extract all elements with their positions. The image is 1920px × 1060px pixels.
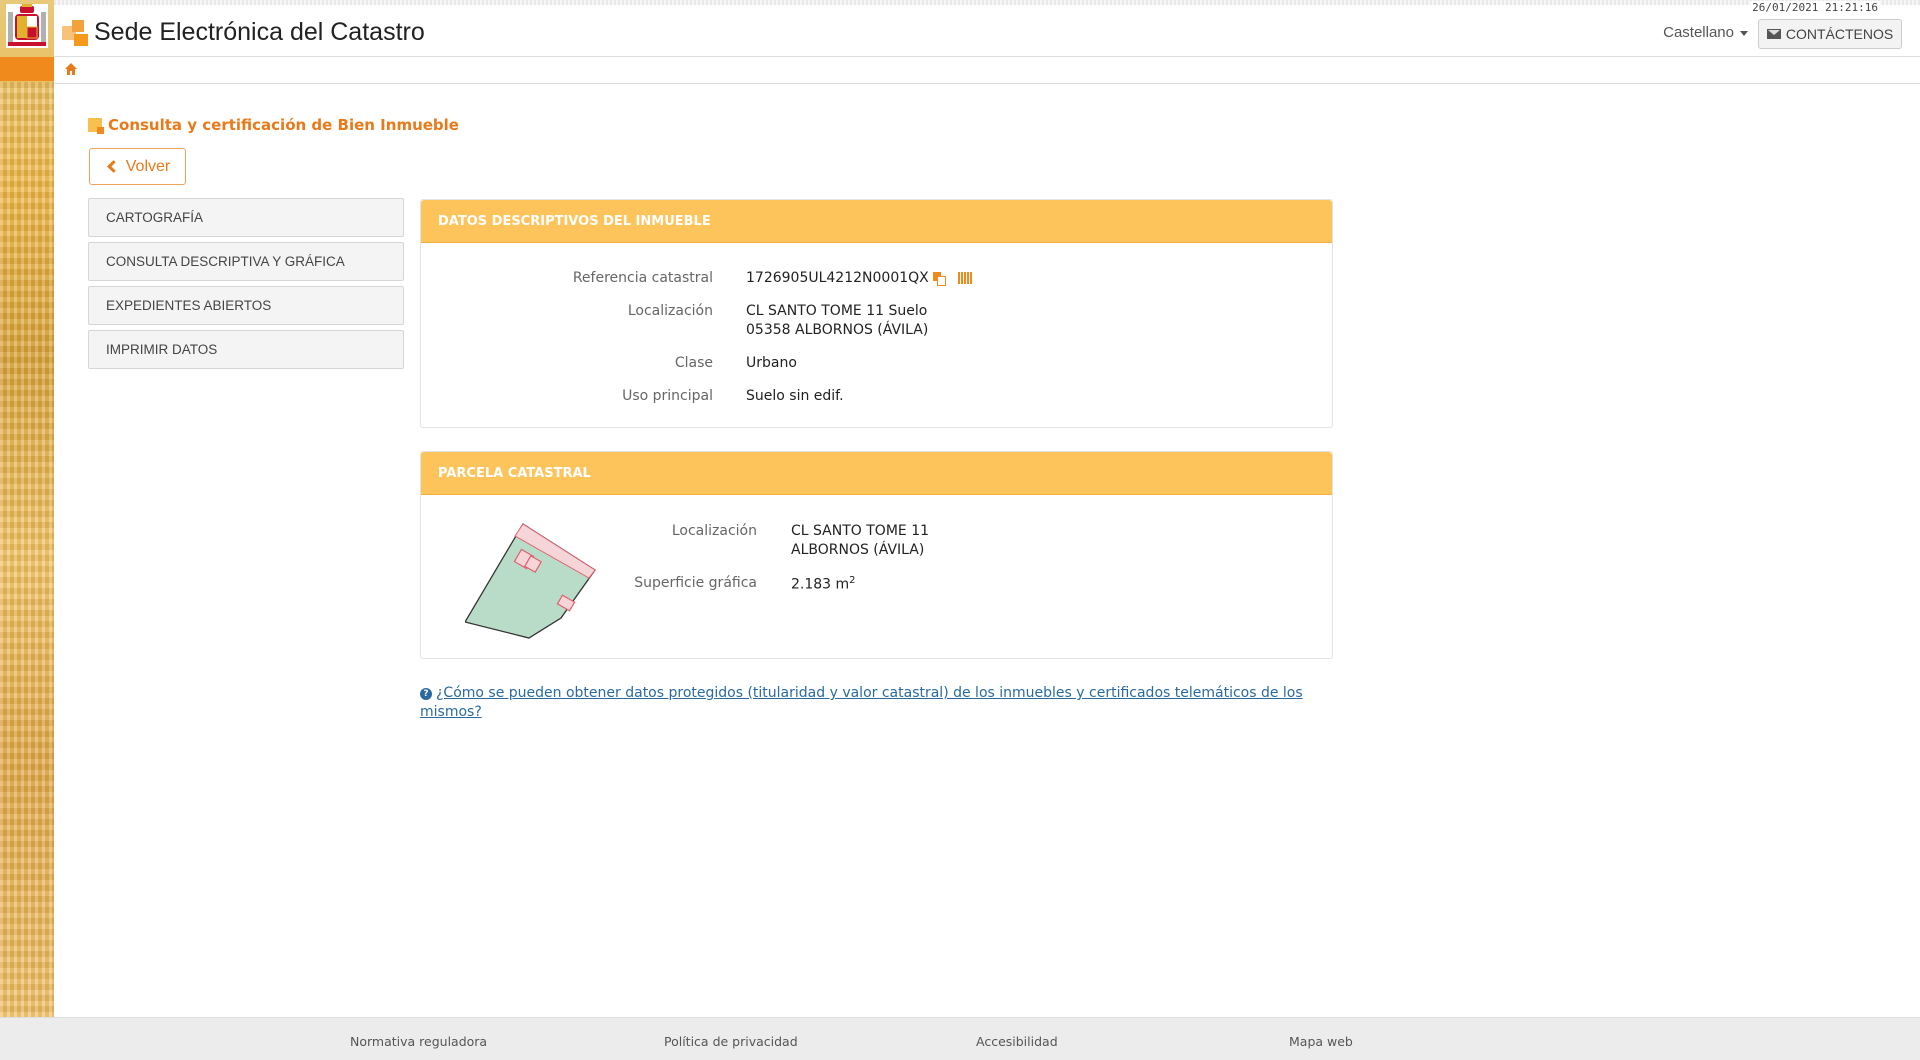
localizacion-label: Localización xyxy=(627,303,713,319)
catastro-logo-icon xyxy=(62,20,88,46)
language-selector[interactable]: Castellano xyxy=(1663,24,1748,41)
clase-value: Urbano xyxy=(746,355,797,371)
site-header: 26/01/2021 21:21:16 Sede Electrónica del… xyxy=(54,0,1920,57)
back-button[interactable]: Volver xyxy=(89,148,186,185)
barcode-icon[interactable] xyxy=(957,272,972,284)
ref-catastral-label: Referencia catastral xyxy=(572,270,713,286)
help-link-line1[interactable]: ¿Cómo se pueden obtener datos protegidos… xyxy=(436,685,1303,701)
help-protected-data: ? ¿Cómo se pueden obtener datos protegido… xyxy=(420,684,1320,722)
contact-button-label: CONTÁCTENOS xyxy=(1785,26,1894,42)
server-datetime: 26/01/2021 21:21:16 xyxy=(1750,1,1880,14)
parcel-localizacion-line2: ALBORNOS (ÁVILA) xyxy=(791,542,925,558)
page-title: Consulta y certificación de Bien Inmuebl… xyxy=(108,116,459,134)
chevron-left-icon xyxy=(106,160,120,173)
contact-button[interactable]: CONTÁCTENOS xyxy=(1758,19,1902,49)
help-link-line2[interactable]: mismos? xyxy=(420,704,482,720)
language-label: Castellano xyxy=(1663,24,1734,41)
site-footer: Normativa reguladora Política de privaci… xyxy=(0,1017,1920,1060)
breadcrumb xyxy=(54,57,1920,84)
footer-link-privacidad[interactable]: Política de privacidad xyxy=(664,1034,798,1049)
envelope-icon xyxy=(1766,29,1781,39)
parcel-localizacion-label: Localización xyxy=(671,523,757,539)
parcel-localizacion-line1: CL SANTO TOME 11 xyxy=(791,523,930,539)
ref-catastral-row: 1726905UL4212N0001QX xyxy=(746,270,972,286)
descriptive-data-heading: DATOS DESCRIPTIVOS DEL INMUEBLE xyxy=(421,200,1332,243)
site-title[interactable]: Sede Electrónica del Catastro xyxy=(94,18,425,47)
parcel-heading: PARCELA CATASTRAL xyxy=(421,452,1332,495)
superficie-unit-exponent: 2 xyxy=(849,575,856,586)
cadastral-parcel-panel: PARCELA CATASTRAL Localización CL SANTO … xyxy=(420,451,1333,659)
superficie-row: 2.183 m2 xyxy=(791,575,856,593)
footer-link-accesibilidad[interactable]: Accesibilidad xyxy=(976,1034,1058,1049)
side-menu: CARTOGRAFÍA CONSULTA DESCRIPTIVA Y GRÁFI… xyxy=(88,198,404,374)
footer-link-normativa[interactable]: Normativa reguladora xyxy=(350,1034,487,1049)
footer-link-mapa-web[interactable]: Mapa web xyxy=(1289,1034,1353,1049)
superficie-label: Superficie gráfica xyxy=(634,575,757,591)
menu-item-imprimir[interactable]: IMPRIMIR DATOS xyxy=(88,330,404,369)
copy-icon[interactable] xyxy=(932,272,946,286)
clase-label: Clase xyxy=(674,355,713,371)
localizacion-line1: CL SANTO TOME 11 Suelo xyxy=(746,303,928,319)
home-icon[interactable] xyxy=(64,62,78,76)
side-decor-strip xyxy=(0,0,54,1017)
superficie-value: 2.183 m xyxy=(791,576,850,593)
menu-item-expedientes[interactable]: EXPEDIENTES ABIERTOS xyxy=(88,286,404,325)
uso-principal-label: Uso principal xyxy=(622,388,713,404)
question-icon: ? xyxy=(420,688,432,700)
header-topline xyxy=(54,0,1920,5)
city-texture xyxy=(0,82,54,1017)
menu-item-cartografia[interactable]: CARTOGRAFÍA xyxy=(88,198,404,237)
localizacion-line2: 05358 ALBORNOS (ÁVILA) xyxy=(746,322,929,338)
home-accent-tab xyxy=(0,57,54,81)
caret-down-icon xyxy=(1740,30,1748,36)
descriptive-data-panel: DATOS DESCRIPTIVOS DEL INMUEBLE Referenc… xyxy=(420,199,1333,428)
document-icon xyxy=(88,118,104,134)
uso-principal-value: Suelo sin edif. xyxy=(746,388,844,404)
ref-catastral-value: 1726905UL4212N0001QX xyxy=(746,270,929,286)
page-title-group: Consulta y certificación de Bien Inmuebl… xyxy=(88,116,459,134)
coat-of-arms-logo xyxy=(6,4,48,48)
back-button-label: Volver xyxy=(125,157,171,175)
menu-item-consulta-descriptiva[interactable]: CONSULTA DESCRIPTIVA Y GRÁFICA xyxy=(88,242,404,281)
